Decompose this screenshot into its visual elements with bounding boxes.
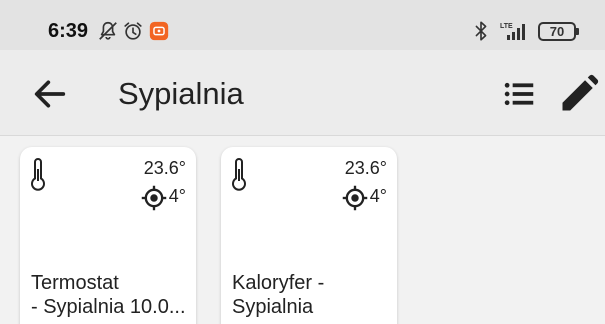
setpoint: 4° [341, 184, 387, 212]
alarm-icon [124, 22, 142, 40]
battery-level: 70 [549, 24, 565, 39]
status-time: 6:39 [48, 20, 89, 42]
device-name-line2: Sypialnia [232, 296, 314, 318]
target-icon [342, 185, 368, 211]
device-name-line1: Kaloryfer - [232, 272, 325, 294]
status-bar: 6:39 LTE 70 [0, 0, 605, 50]
thermometer-icon [31, 158, 45, 191]
device-name-line2: - Sypialnia 10.0... [31, 296, 186, 318]
temperature-value: 23.6° [143, 158, 186, 178]
arrow-back-icon[interactable] [30, 74, 70, 114]
device-name: Termostat - Sypialnia 10.0... [31, 271, 191, 319]
network-type-label: LTE [500, 23, 513, 30]
notifications-off-icon [99, 21, 117, 40]
app-notification-icon [149, 21, 169, 41]
device-name-line1: Termostat [31, 272, 119, 294]
signal-icon: LTE [500, 23, 525, 40]
device-card-termostat[interactable]: 23.6° 4° Termostat - Sypialnia 10.0... [20, 147, 196, 324]
setpoint-value: 4° [168, 185, 186, 206]
device-grid: 23.6° 4° Termostat - Sypialnia 10.0... 2… [0, 137, 605, 324]
battery-icon: 70 [538, 22, 579, 41]
pencil-icon[interactable] [557, 72, 601, 116]
temperature-value: 23.6° [344, 158, 387, 178]
setpoint-value: 4° [369, 185, 387, 206]
thermometer-icon [232, 158, 246, 191]
device-card-kaloryfer[interactable]: 23.6° 4° Kaloryfer - Sypialnia [221, 147, 397, 324]
list-icon[interactable] [500, 75, 538, 113]
device-name: Kaloryfer - Sypialnia [232, 271, 392, 319]
setpoint: 4° [140, 184, 186, 212]
target-icon [141, 185, 167, 211]
app-toolbar: Sypialnia [0, 50, 605, 136]
bluetooth-icon [475, 21, 487, 41]
page-title: Sypialnia [118, 76, 244, 111]
